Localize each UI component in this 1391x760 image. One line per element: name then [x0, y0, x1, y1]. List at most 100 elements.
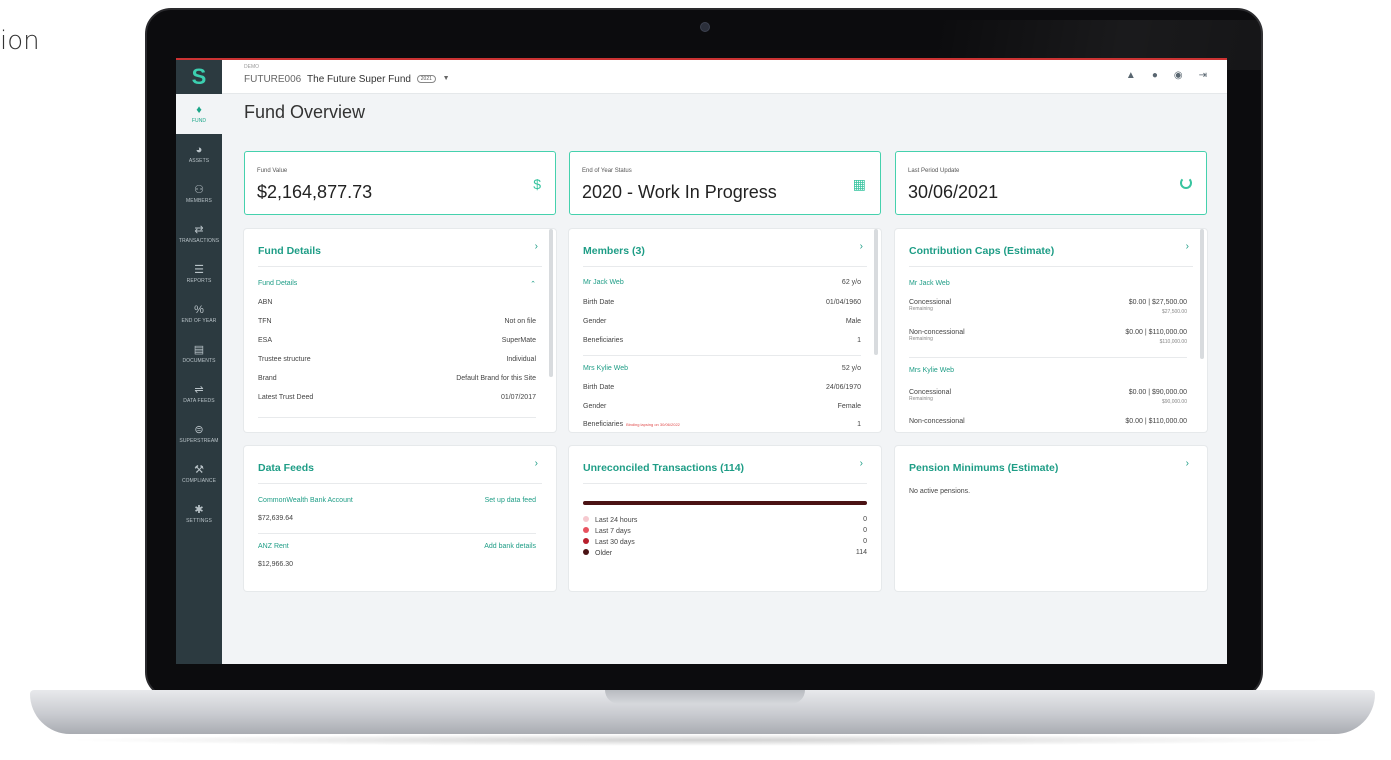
panel-header[interactable]: Data Feeds › [258, 458, 542, 484]
detail-row: Beneficiaries Binding lapsing on 30/06/20… [583, 421, 861, 432]
member-name: Mrs Kylie Web [909, 367, 954, 374]
legend-label: Last 24 hours [595, 517, 638, 524]
detail-label: ESA [258, 337, 273, 344]
cap-row: Concessional Remaining $0.00 | $27,500.0… [909, 299, 1187, 319]
divider [258, 533, 536, 534]
panel-title: Fund Details [258, 245, 322, 257]
user-icon[interactable]: ◉ [1174, 70, 1183, 81]
fund-value-card[interactable]: Fund Value $2,164,877.73 $ [244, 151, 556, 215]
member-name-row[interactable]: Mrs Kylie Web [909, 367, 1187, 379]
cap-value: $0.00 | $27,500.00 [1128, 299, 1187, 306]
remaining-label: Remaining [909, 396, 933, 402]
stat-label: Last Period Update [908, 168, 960, 174]
sidebar: S ♦ FUND ◕ ASSETS ⚇ MEMBERS ⇄ TRANSACTIO… [176, 60, 222, 664]
divider [583, 355, 861, 356]
detail-label: Gender [583, 318, 607, 325]
panel-title: Pension Minimums (Estimate) [909, 462, 1059, 474]
feed-name[interactable]: ANZ Rent [258, 543, 289, 550]
section-header[interactable]: Fund Details ⌃ [258, 280, 536, 292]
detail-value: 24/06/1970 [825, 384, 861, 391]
scrollbar[interactable] [549, 229, 553, 377]
sidebar-item-members[interactable]: ⚇ MEMBERS [176, 174, 222, 214]
panel-header[interactable]: Unreconciled Transactions (114) › [583, 458, 867, 484]
background-partial-text: ion [0, 26, 40, 56]
panel-header[interactable]: Members (3) › [583, 241, 867, 267]
member-name-row[interactable]: Mr Jack Web [909, 280, 1187, 292]
cap-remaining: $27,500.00 [1161, 309, 1187, 315]
legend-dot [583, 527, 589, 533]
help-icon[interactable]: ● [1152, 70, 1158, 81]
sidebar-item-compliance[interactable]: ⚒ COMPLIANCE [176, 454, 222, 494]
fund-code: FUTURE006 [244, 74, 302, 85]
panel-header[interactable]: Pension Minimums (Estimate) › [909, 458, 1193, 484]
sidebar-item-settings[interactable]: ✱ SETTINGS [176, 494, 222, 534]
feed-name[interactable]: CommonWealth Bank Account [258, 497, 353, 504]
scrollbar[interactable] [874, 229, 878, 355]
sidebar-item-data-feeds[interactable]: ⇌ DATA FEEDS [176, 374, 222, 414]
feed-action-link[interactable]: Set up data feed [485, 497, 536, 504]
panel-header[interactable]: Fund Details › [258, 241, 542, 267]
panel-header[interactable]: Contribution Caps (Estimate) › [909, 241, 1193, 267]
chevron-right-icon[interactable]: › [1186, 241, 1189, 252]
stat-label: End of Year Status [582, 168, 632, 174]
member-name: Mrs Kylie Web [583, 365, 628, 372]
progress-ring-icon [1180, 177, 1192, 189]
detail-value: Default Brand for this Site [456, 375, 536, 382]
percent-icon: % [194, 304, 204, 316]
pie-chart-icon: ◕ [195, 144, 203, 156]
demo-tag: DEMO [244, 64, 259, 70]
scrollbar[interactable] [1200, 229, 1204, 359]
sidebar-item-end-of-year[interactable]: % END OF YEAR [176, 294, 222, 334]
cap-label: Concessional [909, 299, 952, 306]
laptop-notch [605, 690, 805, 704]
sidebar-item-label: TRANSACTIONS [178, 238, 220, 244]
member-row[interactable]: Mrs Kylie Web 52 y/o [583, 365, 861, 377]
logout-icon[interactable]: ⇥ [1199, 70, 1207, 81]
bell-icon[interactable]: ▲ [1126, 70, 1136, 81]
webcam [700, 22, 710, 32]
sidebar-item-label: DOCUMENTS [182, 358, 216, 364]
cap-remaining: $110,000.00 [1159, 339, 1187, 345]
sidebar-item-documents[interactable]: ▤ DOCUMENTS [176, 334, 222, 374]
member-name: Mr Jack Web [909, 280, 950, 287]
sidebar-item-label: FUND [191, 118, 207, 124]
detail-label: TFN [258, 318, 272, 325]
detail-label: Birth Date [583, 384, 615, 391]
sidebar-item-fund[interactable]: ♦ FUND [176, 94, 222, 134]
feed-action-link[interactable]: Add bank details [484, 543, 536, 550]
detail-row: Gender Female [583, 403, 861, 415]
users-icon: ⚇ [194, 184, 204, 196]
transactions-progress-bar [583, 501, 867, 505]
detail-label: Latest Trust Deed [258, 394, 314, 401]
panel-title: Unreconciled Transactions (114) [583, 462, 745, 474]
chevron-right-icon[interactable]: › [535, 458, 538, 469]
gavel-icon: ⚒ [194, 464, 204, 476]
feed-amount-row: $72,639.64 [258, 515, 536, 527]
sidebar-item-reports[interactable]: ☰ REPORTS [176, 254, 222, 294]
app-logo-icon[interactable]: S [176, 60, 222, 94]
sidebar-item-superstream[interactable]: ⊜ SUPERSTREAM [176, 414, 222, 454]
pension-minimums-panel: Pension Minimums (Estimate) › No active … [895, 446, 1207, 591]
chevron-right-icon[interactable]: › [1186, 458, 1189, 469]
chevron-down-icon[interactable]: ▼ [443, 75, 450, 82]
detail-label: Birth Date [583, 299, 615, 306]
sidebar-item-transactions[interactable]: ⇄ TRANSACTIONS [176, 214, 222, 254]
legend-row: Last 30 days 0 [583, 538, 867, 548]
detail-value: 1 [857, 337, 861, 344]
detail-row: Birth Date 01/04/1960 [583, 299, 861, 311]
chevron-right-icon[interactable]: › [860, 458, 863, 469]
chevron-right-icon[interactable]: › [535, 241, 538, 252]
member-row[interactable]: Mr Jack Web 62 y/o [583, 279, 861, 291]
detail-row: Beneficiaries 1 [583, 337, 861, 349]
chevron-up-icon[interactable]: ⌃ [530, 280, 536, 288]
end-of-year-card[interactable]: End of Year Status 2020 - Work In Progre… [569, 151, 881, 215]
sidebar-item-label: END OF YEAR [181, 318, 217, 324]
feed-amount: $72,639.64 [258, 515, 294, 522]
fund-selector[interactable]: FUTURE006 The Future Super Fund 2021 ▼ [244, 74, 450, 85]
laptop-shadow [60, 734, 1350, 746]
cap-label: Concessional [909, 389, 952, 396]
empty-state: No active pensions. [909, 488, 1187, 500]
last-period-card[interactable]: Last Period Update 30/06/2021 [895, 151, 1207, 215]
sidebar-item-assets[interactable]: ◕ ASSETS [176, 134, 222, 174]
chevron-right-icon[interactable]: › [860, 241, 863, 252]
